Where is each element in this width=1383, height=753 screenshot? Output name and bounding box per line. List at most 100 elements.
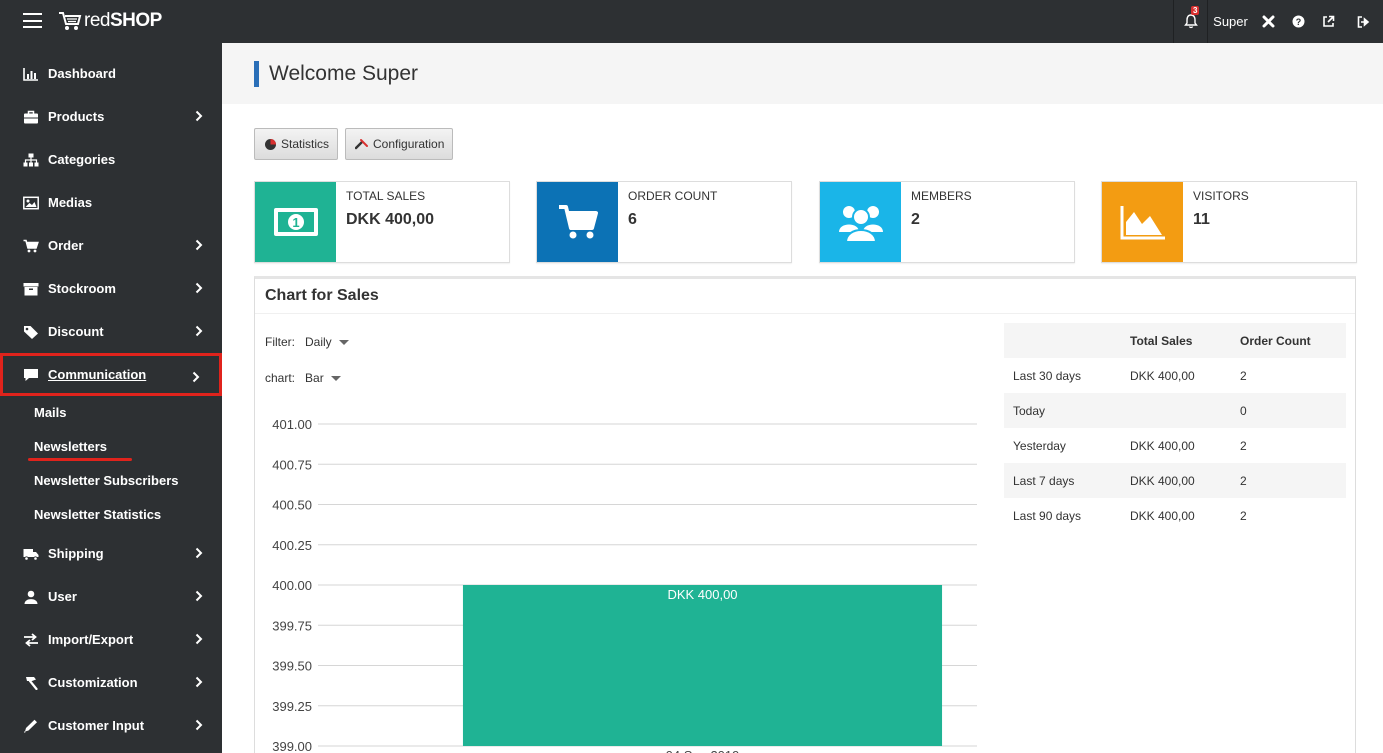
user-menu[interactable]: Super <box>1207 0 1253 43</box>
members-card: MEMBERS 2 <box>819 181 1075 263</box>
table-row: Today 0 <box>1004 393 1346 428</box>
chevron-right-icon[interactable] <box>194 589 204 603</box>
external-link-icon <box>1322 15 1334 27</box>
sidebar-item-stockroom[interactable]: Stockroom <box>0 267 222 310</box>
sidebar-item-customization[interactable]: Customization <box>0 661 222 704</box>
y-tick-label: 401.00 <box>272 417 312 432</box>
users-icon <box>820 182 901 262</box>
hammer-icon <box>22 675 40 691</box>
sidebar-item-label: Communication <box>48 367 147 382</box>
sidebar-item-dashboard[interactable]: Dashboard <box>0 52 222 95</box>
total-sales-card: 1 TOTAL SALES DKK 400,00 <box>254 181 510 263</box>
table-row: Last 7 days DKK 400,00 2 <box>1004 463 1346 498</box>
sidebar-item-import-export[interactable]: Import/Export <box>0 618 222 661</box>
chart-type-label: chart: <box>265 371 296 385</box>
table-cell: DKK 400,00 <box>1130 474 1195 488</box>
sidebar: Dashboard Products Categories Medias Order St… <box>0 43 222 753</box>
y-tick-label: 400.00 <box>272 578 312 593</box>
order-count-label: ORDER COUNT <box>628 189 718 203</box>
chart-type-caret-icon[interactable] <box>330 375 341 381</box>
table-cell: 2 <box>1240 509 1247 523</box>
money-icon: 1 <box>255 182 336 262</box>
configuration-button[interactable]: Configuration <box>345 128 454 160</box>
pencil-icon <box>22 718 40 734</box>
chevron-right-icon[interactable] <box>194 632 204 646</box>
page-title: Welcome Super <box>254 61 418 87</box>
filter-select[interactable]: Daily <box>305 335 332 349</box>
visitors-card: VISITORS 11 <box>1101 181 1357 263</box>
sidebar-item-communication[interactable]: Communication <box>0 353 222 396</box>
submenu-item-newsletter-subscribers[interactable]: Newsletter Subscribers <box>34 473 179 488</box>
joomla-icon <box>1262 15 1274 28</box>
cart-icon <box>537 182 618 262</box>
sidebar-item-label: Customization <box>48 675 138 690</box>
table-cell: 2 <box>1240 369 1247 383</box>
submenu-item-newsletters[interactable]: Newsletters <box>34 439 107 454</box>
external-site-button[interactable] <box>1313 0 1343 43</box>
sidebar-item-user[interactable]: User <box>0 575 222 618</box>
total-sales-value: DKK 400,00 <box>346 211 435 228</box>
menu-toggle-icon[interactable] <box>23 13 42 28</box>
bar-chart-icon <box>22 66 40 82</box>
table-header-cell: Total Sales <box>1130 334 1193 348</box>
chart-type-select[interactable]: Bar <box>305 371 324 385</box>
y-tick-label: 399.50 <box>272 659 312 674</box>
sidebar-item-discount[interactable]: Discount <box>0 310 222 353</box>
configuration-label: Configuration <box>373 137 445 151</box>
x-tick-label: 04 Sep 2019 <box>666 748 740 753</box>
table-row: Yesterday DKK 400,00 2 <box>1004 428 1346 463</box>
filter-control: Filter: Daily <box>265 335 349 349</box>
chevron-right-icon[interactable] <box>194 324 204 338</box>
sitemap-icon <box>22 152 40 168</box>
chart-panel-header: Chart for Sales <box>255 279 1355 314</box>
chevron-right-icon[interactable] <box>194 675 204 689</box>
area-chart-icon <box>1102 182 1183 262</box>
filter-caret-icon[interactable] <box>338 339 349 345</box>
members-value: 2 <box>911 211 920 228</box>
submenu-item-newsletter-statistics[interactable]: Newsletter Statistics <box>34 507 161 522</box>
table-header-row: Total Sales Order Count <box>1004 323 1346 358</box>
exchange-icon <box>22 632 40 648</box>
sales-bar-chart: 399.00 399.25 399.50 399.75 400.00 400.25 400.… <box>272 417 977 753</box>
sidebar-item-label: Order <box>48 238 84 253</box>
y-tick-label: 400.75 <box>272 457 312 472</box>
submenu-item-mails[interactable]: Mails <box>34 405 67 420</box>
chevron-right-icon[interactable] <box>194 109 204 123</box>
table-row: Last 30 days DKK 400,00 2 <box>1004 358 1346 393</box>
table-cell: Today <box>1013 404 1046 418</box>
sidebar-item-products[interactable]: Products <box>0 95 222 138</box>
joomla-button[interactable] <box>1253 0 1283 43</box>
comment-icon <box>22 367 40 383</box>
sidebar-item-medias[interactable]: Medias <box>0 181 222 224</box>
chevron-right-icon[interactable] <box>194 281 204 295</box>
sidebar-item-customer-input[interactable]: Customer Input <box>0 704 222 747</box>
total-sales-label: TOTAL SALES <box>346 189 426 203</box>
newsletters-highlight <box>28 458 132 461</box>
logo-cart-icon <box>59 12 82 30</box>
table-cell: DKK 400,00 <box>1130 369 1195 383</box>
order-count-card: ORDER COUNT 6 <box>536 181 792 263</box>
sidebar-item-label: Products <box>48 109 105 124</box>
chevron-right-icon[interactable] <box>194 718 204 732</box>
help-button[interactable]: ? <box>1283 0 1313 43</box>
chevron-right-icon[interactable] <box>191 370 201 384</box>
statistics-button[interactable]: Statistics <box>254 128 339 160</box>
notifications-button[interactable]: 3 <box>1173 0 1207 43</box>
members-label: MEMBERS <box>911 189 972 203</box>
y-tick-label: 400.25 <box>272 538 312 553</box>
sidebar-item-categories[interactable]: Categories <box>0 138 222 181</box>
question-icon: ? <box>1292 15 1304 28</box>
chart-bar[interactable] <box>462 585 943 746</box>
notification-badge: 3 <box>1191 6 1200 15</box>
brand-logo[interactable]: redSHOP <box>58 8 162 34</box>
sales-summary-table: Total Sales Order Count Last 30 days DKK 40… <box>1004 323 1346 533</box>
chevron-right-icon[interactable] <box>194 238 204 252</box>
svg-text:1: 1 <box>292 215 299 230</box>
sidebar-item-shipping[interactable]: Shipping <box>0 532 222 575</box>
top-navbar: redSHOP 3 Super ? <box>0 0 1383 43</box>
chevron-right-icon[interactable] <box>194 546 204 560</box>
table-cell: 2 <box>1240 439 1247 453</box>
logout-button[interactable] <box>1343 0 1383 43</box>
sidebar-item-order[interactable]: Order <box>0 224 222 267</box>
y-tick-label: 399.25 <box>272 699 312 714</box>
